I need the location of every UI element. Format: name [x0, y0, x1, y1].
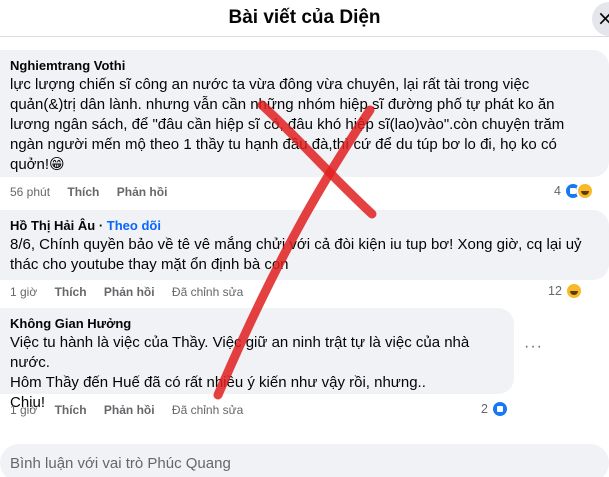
comment-time[interactable]: 1 giờ	[10, 284, 37, 300]
comment-line: quởn!😁	[10, 156, 65, 173]
reaction-summary[interactable]: 4	[554, 181, 594, 201]
comment-author[interactable]: Hồ Thị Hải Âu	[10, 218, 95, 233]
comment-input[interactable]: Bình luận với vai trò Phúc Quang	[0, 444, 609, 477]
comment-actions: 56 phút Thích Phản hồi	[10, 184, 181, 200]
comment-time[interactable]: 1 giờ	[10, 402, 37, 418]
dialog-title: Bài viết của Diện	[228, 7, 381, 28]
edited-label: Đã chỉnh sửa	[171, 403, 244, 417]
comment-line: Việc tu hành là việc của Thầy. Việc giữ …	[10, 334, 470, 371]
comment-bubble: Hồ Thị Hải Âu · Theo dõi 8/6, Chính quyề…	[0, 210, 609, 280]
comment-line: thác cho youtube thay mặt ổn định bà con	[10, 256, 289, 273]
comment-bubble: Không Gian Hưởng Việc tu hành là việc củ…	[0, 308, 514, 411]
dialog-header: Bài viết của Diện ×	[0, 0, 609, 37]
more-options-button[interactable]: ···	[524, 338, 543, 356]
reply-button[interactable]: Phản hồi	[117, 184, 168, 200]
comment-actions: 1 giờ Thích Phản hồi Đã chỉnh sửa	[10, 402, 257, 418]
comment-text: Việc tu hành là việc của Thầy. Việc giữ …	[10, 333, 502, 413]
comment-line: lực lượng chiến sĩ công an nước ta vừa đ…	[10, 76, 530, 93]
comment-line: Hôm Thầy đến Huế đã có rất nhiều ý kiến …	[10, 374, 426, 391]
reaction-count: 4	[554, 184, 561, 198]
reaction-summary[interactable]: 2	[481, 399, 509, 419]
like-button[interactable]: Thích	[55, 402, 87, 418]
follow-button[interactable]: Theo dõi	[107, 218, 161, 233]
reaction-summary[interactable]: 12	[548, 281, 583, 301]
comment-line: ngàn người mến mộ theo 1 thầy tu hạnh đầ…	[10, 136, 557, 153]
comment-text: 8/6, Chính quyền bảo về tê vê mắng chửi …	[10, 235, 597, 275]
edited-label: Đã chỉnh sửa	[171, 285, 244, 299]
reaction-count: 2	[481, 402, 488, 416]
like-icon	[490, 400, 509, 418]
comment-input-placeholder: Bình luận với vai trò Phúc Quang	[10, 455, 231, 472]
reply-button[interactable]: Phản hồi	[104, 284, 155, 300]
haha-icon	[564, 282, 583, 300]
comment-author[interactable]: Nghiemtrang Vothi	[10, 58, 597, 74]
comment-author[interactable]: Không Gian Hưởng	[10, 316, 502, 332]
like-button[interactable]: Thích	[67, 184, 99, 200]
reaction-count: 12	[548, 284, 562, 298]
close-icon: ×	[597, 6, 609, 30]
haha-icon	[575, 182, 594, 200]
reply-button[interactable]: Phản hồi	[104, 402, 155, 418]
comment-line: lương ngân sách, để "đâu cần hiệp sĩ có,…	[10, 116, 565, 133]
comment-text: lực lượng chiến sĩ công an nước ta vừa đ…	[10, 75, 597, 175]
comment-line: quản(&)trị dân lành. nhưng vẫn cần những…	[10, 96, 555, 113]
comment-bubble: Nghiemtrang Vothi lực lượng chiến sĩ côn…	[0, 50, 609, 177]
comment-line: 8/6, Chính quyền bảo về tê vê mắng chửi …	[10, 236, 582, 253]
like-button[interactable]: Thích	[55, 284, 87, 300]
comment-actions: 1 giờ Thích Phản hồi Đã chỉnh sửa	[10, 284, 257, 300]
comment-time[interactable]: 56 phút	[10, 184, 50, 200]
comment-author-row: Hồ Thị Hải Âu · Theo dõi	[10, 218, 161, 233]
